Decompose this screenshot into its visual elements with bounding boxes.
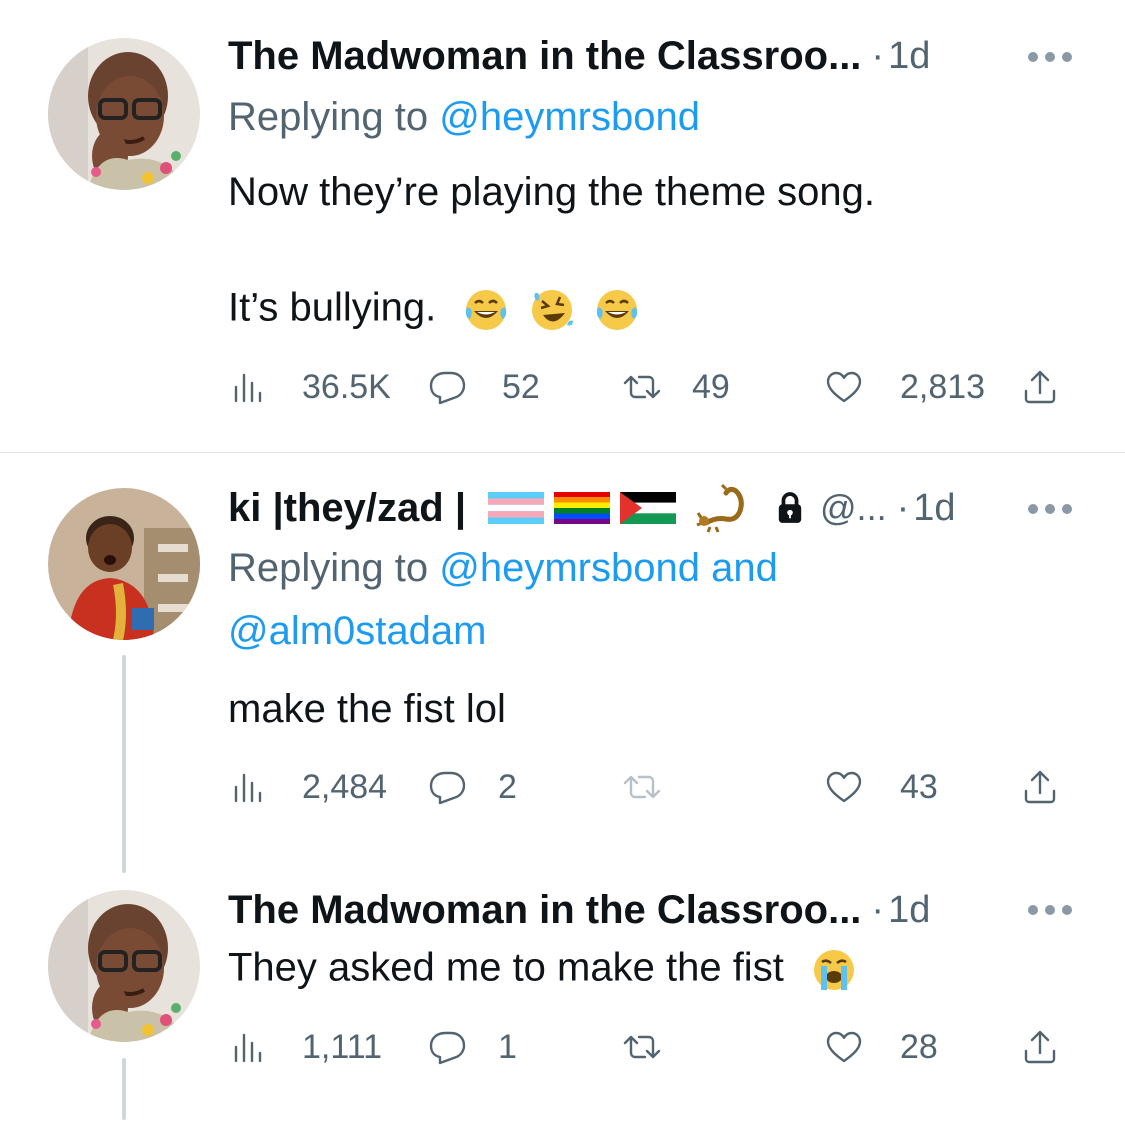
retweet-button[interactable]	[622, 1022, 676, 1072]
tweet-actions: 36.5K 52 49 2,813	[228, 362, 1068, 412]
face-with-tears-of-joy-icon	[592, 285, 642, 335]
tweet-text-line: make the fist lol	[228, 687, 506, 731]
tweet-actions: 2,484 2 43	[228, 762, 1068, 812]
separator: ·	[871, 34, 885, 77]
views-button[interactable]: 36.5K	[228, 362, 391, 412]
retweet-icon	[622, 1027, 662, 1067]
reply-count: 1	[498, 1027, 517, 1066]
views-count: 36.5K	[302, 367, 391, 406]
palestine-flag-icon	[620, 492, 677, 524]
loudly-crying-face-icon	[809, 945, 859, 995]
reply-count: 2	[498, 767, 517, 806]
mention-link[interactable]: @heymrsbond	[439, 546, 700, 590]
tweet-text: It’s bullying.	[228, 285, 642, 335]
tweet-text: make the fist lol	[228, 687, 506, 732]
heart-icon	[824, 1027, 864, 1067]
views-button[interactable]: 1,111	[228, 1022, 382, 1072]
tweet-header: The Madwoman in the Classroo... · 1d	[228, 26, 930, 86]
thread-line	[122, 655, 126, 873]
heart-icon	[824, 767, 864, 807]
more-options-icon[interactable]	[1028, 52, 1072, 64]
more-options-icon[interactable]	[1028, 504, 1072, 516]
share-icon	[1020, 367, 1060, 407]
tweet-actions: 1,111 1 28	[228, 1022, 1068, 1072]
avatar[interactable]	[48, 38, 200, 190]
tweet-text-line: They asked me to make the fist	[228, 945, 784, 990]
retweet-icon	[622, 367, 662, 407]
retweet-icon	[622, 767, 662, 807]
separator: ·	[896, 486, 910, 529]
tweet-header: The Madwoman in the Classroo... · 1d	[228, 880, 930, 940]
profile-photo-icon	[48, 890, 200, 1042]
timestamp[interactable]: 1d	[888, 889, 930, 932]
share-button[interactable]	[1020, 762, 1060, 812]
more-options-icon[interactable]	[1028, 905, 1072, 917]
reply-button[interactable]: 2	[428, 762, 517, 812]
views-count: 2,484	[302, 767, 388, 806]
author-name[interactable]: ki |they/zad |	[228, 486, 466, 531]
replying-to-continued: @alm0stadam	[228, 600, 486, 662]
divider	[0, 452, 1125, 453]
like-count: 2,813	[900, 367, 986, 406]
separator: ·	[871, 888, 885, 931]
reply-icon	[428, 767, 468, 807]
replying-to: Replying to @heymrsbond	[228, 86, 700, 148]
share-button[interactable]	[1020, 1022, 1060, 1072]
mention-link[interactable]: @heymrsbond	[439, 95, 700, 139]
views-count: 1,111	[302, 1027, 383, 1066]
avatar[interactable]	[48, 890, 200, 1042]
reply-button[interactable]: 1	[428, 1022, 517, 1072]
share-button[interactable]	[1020, 362, 1060, 412]
views-button[interactable]: 2,484	[228, 762, 387, 812]
tweet-text: Now they’re playing the theme song.	[228, 170, 875, 215]
mention-link[interactable]: @alm0stadam	[228, 609, 486, 653]
tweet-header: ki |they/zad | @... · 1d	[228, 478, 956, 538]
views-icon	[228, 367, 268, 407]
retweet-button[interactable]: 49	[622, 362, 730, 412]
tweet-text: They asked me to make the fist	[228, 945, 859, 995]
author-name[interactable]: The Madwoman in the Classroo...	[228, 888, 861, 933]
tweet-text-line: Now they’re playing the theme song.	[228, 170, 876, 214]
reply-icon	[428, 367, 468, 407]
views-icon	[228, 1027, 268, 1067]
reply-icon	[428, 1027, 468, 1067]
author-handle[interactable]: @...	[820, 487, 887, 529]
retweet-count: 49	[692, 367, 730, 406]
profile-photo-icon	[48, 488, 200, 640]
profile-photo-icon	[48, 38, 200, 190]
mention-and[interactable]: and	[711, 546, 778, 590]
reply-button[interactable]: 52	[428, 362, 540, 412]
like-button[interactable]: 2,813	[824, 362, 985, 412]
like-button[interactable]: 43	[824, 762, 938, 812]
replying-to: Replying to @heymrsbond and	[228, 537, 778, 599]
heart-icon	[824, 367, 864, 407]
lock-icon	[778, 492, 802, 523]
like-count: 43	[900, 767, 938, 806]
reply-count: 52	[502, 367, 540, 406]
timestamp[interactable]: 1d	[913, 487, 955, 530]
share-icon	[1020, 1027, 1060, 1067]
rainbow-flag-icon	[554, 492, 611, 524]
rolling-on-floor-laughing-icon	[527, 285, 577, 335]
tweet-text-line: It’s bullying.	[228, 285, 437, 330]
replying-prefix: Replying to	[228, 95, 429, 139]
face-with-tears-of-joy-icon	[461, 285, 511, 335]
retweet-button[interactable]	[622, 762, 676, 812]
avatar[interactable]	[48, 488, 200, 640]
transgender-flag-icon	[488, 492, 545, 524]
share-icon	[1020, 767, 1060, 807]
replying-prefix: Replying to	[228, 546, 429, 590]
timestamp[interactable]: 1d	[888, 35, 930, 78]
views-icon	[228, 767, 268, 807]
like-button[interactable]: 28	[824, 1022, 938, 1072]
scorpion-icon	[696, 483, 744, 533]
thread-line	[122, 1058, 126, 1120]
like-count: 28	[900, 1027, 938, 1066]
author-name[interactable]: The Madwoman in the Classroo...	[228, 34, 861, 79]
